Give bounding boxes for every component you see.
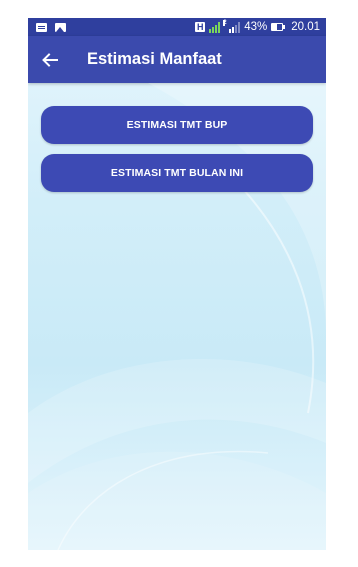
chat-notification-icon	[36, 22, 47, 32]
estimasi-tmt-bup-button[interactable]: ESTIMASI TMT BUP	[41, 106, 313, 144]
network-type-badge: H	[195, 22, 206, 32]
status-indicators: H 2 43% 20.01	[195, 18, 320, 36]
status-bar: H 2 43% 20.01	[28, 18, 326, 36]
estimasi-tmt-bulan-ini-button[interactable]: ESTIMASI TMT BULAN INI	[41, 154, 313, 192]
arrow-left-icon	[42, 52, 58, 67]
status-time: 20.01	[291, 21, 320, 33]
back-button[interactable]	[28, 36, 72, 83]
image-notification-icon	[55, 22, 66, 32]
sim2-label: 2	[223, 19, 227, 26]
app-bar: Estimasi Manfaat	[28, 36, 326, 83]
phone-screen: H 2 43% 20.01 Estimasi Manfaat ESTIMASI …	[28, 18, 326, 550]
battery-icon	[271, 23, 286, 31]
button-label: ESTIMASI TMT BUP	[126, 119, 228, 131]
signal-sim1-icon	[209, 21, 221, 33]
button-label: ESTIMASI TMT BULAN INI	[110, 167, 244, 179]
battery-percent: 43%	[244, 21, 268, 33]
page-title: Estimasi Manfaat	[87, 50, 222, 68]
status-notifications	[28, 22, 66, 32]
signal-sim2-icon: 2	[223, 19, 241, 33]
